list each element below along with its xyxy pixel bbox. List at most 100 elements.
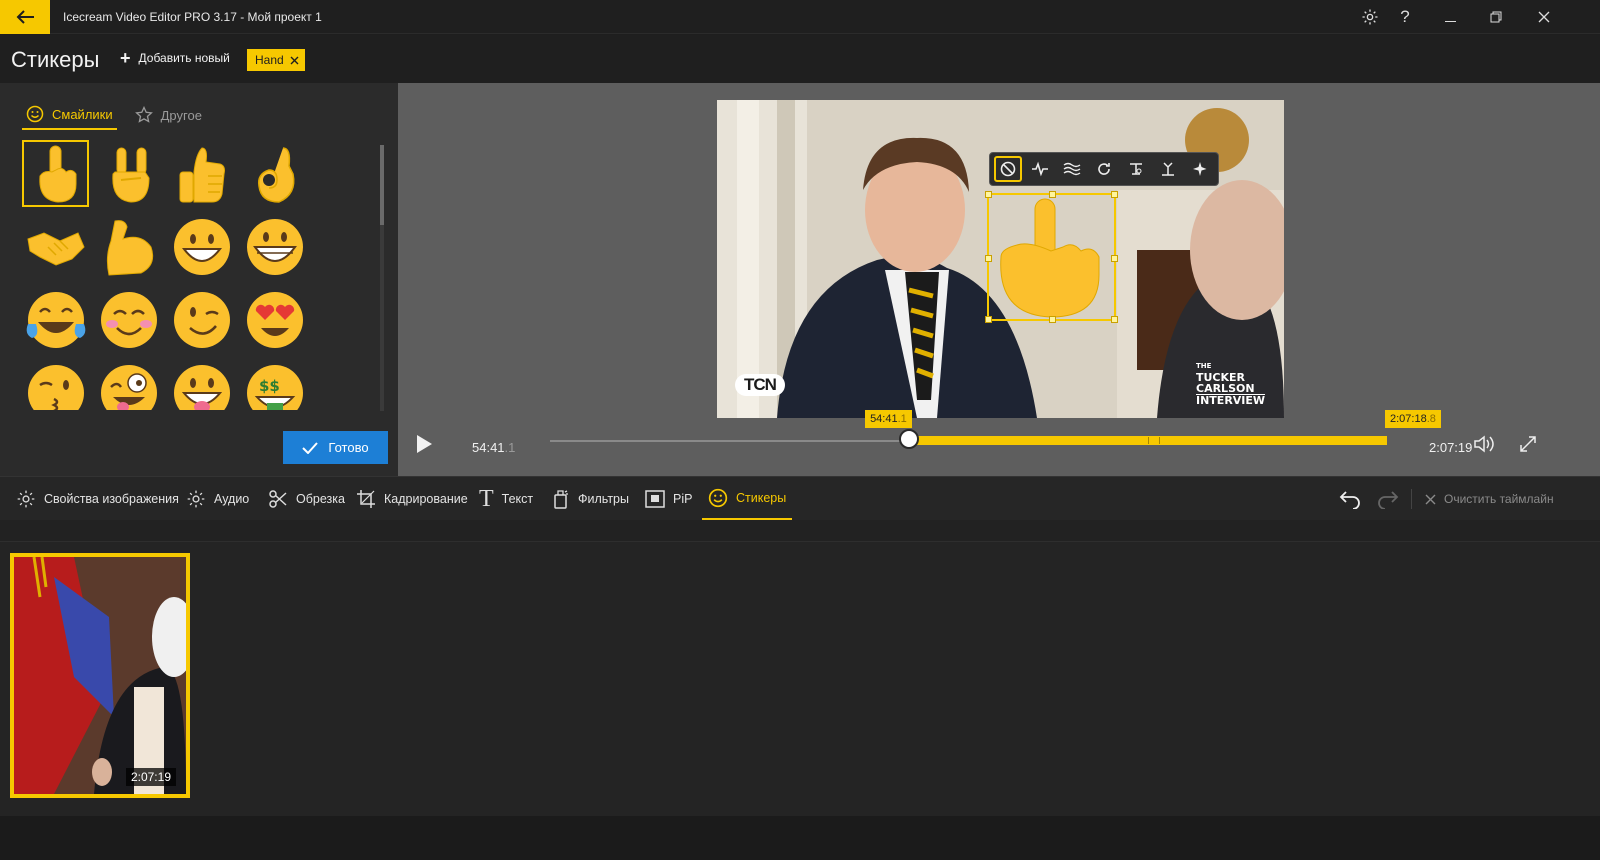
back-button[interactable] bbox=[0, 0, 50, 34]
help-button[interactable]: ? bbox=[1387, 0, 1423, 34]
timeline: 2:07:19 bbox=[0, 520, 1600, 816]
undo-icon bbox=[1339, 491, 1360, 509]
undo-button[interactable] bbox=[1338, 477, 1362, 521]
current-time-fraction: .1 bbox=[504, 440, 516, 455]
resize-handle[interactable] bbox=[1111, 255, 1118, 262]
range-grip-icon[interactable] bbox=[1148, 437, 1161, 444]
play-icon bbox=[417, 435, 432, 453]
thumbs-up-icon bbox=[179, 146, 225, 202]
sticker-flexed-biceps[interactable] bbox=[95, 213, 162, 280]
sticker-thumbs-up[interactable] bbox=[168, 140, 235, 207]
play-button[interactable] bbox=[412, 432, 436, 456]
sticker-pointing-up-hand[interactable] bbox=[22, 140, 89, 207]
zany-face-icon bbox=[100, 364, 157, 410]
add-new-button[interactable]: + Добавить новый bbox=[120, 49, 230, 67]
watermark-left: TCN bbox=[735, 374, 785, 396]
resize-handle[interactable] bbox=[1049, 191, 1056, 198]
tool-crop[interactable]: Кадрирование bbox=[356, 477, 468, 521]
volume-button[interactable] bbox=[1472, 432, 1498, 456]
tool-label: PiP bbox=[673, 492, 693, 506]
pointing-up-hand-icon bbox=[38, 145, 76, 203]
sticker-grinning-face[interactable] bbox=[168, 213, 235, 280]
tongue-out-icon bbox=[173, 364, 230, 410]
gear-icon bbox=[17, 490, 35, 508]
timeline-clip[interactable]: 2:07:19 bbox=[10, 553, 190, 798]
close-icon[interactable] bbox=[290, 56, 299, 65]
clear-timeline-button[interactable]: Очистить таймлайн bbox=[1425, 477, 1554, 521]
sticker-tears-of-joy[interactable] bbox=[22, 286, 89, 353]
resize-handle[interactable] bbox=[1111, 316, 1118, 323]
tool-audio[interactable]: Аудио bbox=[186, 477, 249, 521]
tab-smileys[interactable]: Смайлики bbox=[22, 100, 117, 130]
current-time: 54:41.1 bbox=[472, 440, 515, 455]
scissors-icon bbox=[269, 490, 287, 508]
sticker-beaming-face[interactable] bbox=[241, 213, 308, 280]
kissing-wink-icon bbox=[27, 364, 84, 410]
resize-handle[interactable] bbox=[985, 191, 992, 198]
settings-button[interactable] bbox=[1352, 0, 1388, 34]
sticker-grid: $$ bbox=[22, 140, 318, 410]
resize-handle[interactable] bbox=[985, 255, 992, 262]
restore-button[interactable] bbox=[1478, 0, 1514, 34]
effect-swing-button[interactable] bbox=[1122, 156, 1150, 182]
video-frame[interactable]: TCN THE TUCKER CARLSON INTERVIEW bbox=[717, 100, 1284, 418]
sticker-scrollbar[interactable] bbox=[380, 145, 384, 411]
tab-label: Другое bbox=[160, 107, 202, 123]
effect-wave-button[interactable] bbox=[1058, 156, 1086, 182]
sticker-selection-box[interactable] bbox=[985, 191, 1118, 323]
sticker-tag[interactable]: Hand bbox=[247, 49, 305, 71]
resize-handle[interactable] bbox=[985, 316, 992, 323]
sticker-winking-face[interactable] bbox=[168, 286, 235, 353]
tool-stickers[interactable]: Стикеры bbox=[702, 477, 793, 521]
effect-rotate-button[interactable] bbox=[1090, 156, 1118, 182]
sticker-heart-eyes[interactable] bbox=[241, 286, 308, 353]
effect-sparkle-button[interactable] bbox=[1186, 156, 1214, 182]
effect-pulse-button[interactable] bbox=[1026, 156, 1054, 182]
timeline-footer bbox=[0, 816, 1600, 860]
redo-button[interactable] bbox=[1376, 477, 1400, 521]
rock-on-hand-icon bbox=[111, 147, 150, 203]
bounce-icon bbox=[1162, 162, 1174, 176]
tool-image-properties[interactable]: Свойства изображения bbox=[16, 477, 179, 521]
trim-start-handle[interactable] bbox=[899, 429, 920, 449]
tool-text[interactable]: T Текст bbox=[479, 477, 533, 521]
sticker-ok-hand[interactable] bbox=[241, 140, 308, 207]
filter-icon bbox=[554, 490, 568, 509]
handshake-icon bbox=[26, 231, 85, 266]
resize-handle[interactable] bbox=[1111, 191, 1118, 198]
done-button[interactable]: Готово bbox=[283, 431, 388, 464]
resize-handle[interactable] bbox=[1049, 316, 1056, 323]
scrollbar-thumb[interactable] bbox=[380, 145, 384, 225]
total-time: 2:07:19 bbox=[1429, 440, 1473, 455]
sticker-tongue-out[interactable] bbox=[168, 359, 235, 410]
sticker-smiling-blush[interactable] bbox=[95, 286, 162, 353]
watermark-line: INTERVIEW bbox=[1196, 394, 1266, 407]
tool-pip[interactable]: PiP bbox=[645, 477, 692, 521]
sticker-handshake[interactable] bbox=[22, 213, 89, 280]
trim-range[interactable] bbox=[909, 436, 1387, 445]
tab-label: Смайлики bbox=[52, 106, 113, 122]
close-button[interactable] bbox=[1526, 0, 1562, 34]
sticker-zany-face[interactable] bbox=[95, 359, 162, 410]
fullscreen-button[interactable] bbox=[1516, 432, 1540, 456]
editor-toolbar: Свойства изображения Аудио Обрезка Кадри… bbox=[0, 476, 1600, 521]
effect-none-button[interactable] bbox=[994, 156, 1022, 182]
tool-trim[interactable]: Обрезка bbox=[268, 477, 345, 521]
sparkle-icon bbox=[1193, 162, 1207, 176]
watermark-line: CARLSON bbox=[1196, 382, 1255, 395]
sticker-tag-label: Hand bbox=[255, 53, 284, 67]
end-time-marker: 2:07:18.8 bbox=[1385, 410, 1441, 428]
minimize-button[interactable] bbox=[1432, 0, 1468, 34]
app-title: Icecream Video Editor PRO 3.17 - Мой про… bbox=[63, 10, 322, 24]
ok-hand-icon bbox=[257, 146, 294, 203]
tool-filters[interactable]: Фильтры bbox=[552, 477, 629, 521]
sticker-rock-on-hand[interactable] bbox=[95, 140, 162, 207]
sticker-money-mouth[interactable]: $$ bbox=[241, 359, 308, 410]
help-icon: ? bbox=[1400, 7, 1410, 26]
beaming-face-icon bbox=[246, 218, 303, 275]
start-marker-value: 54:41 bbox=[870, 413, 898, 425]
tab-other[interactable]: Другое bbox=[131, 100, 206, 130]
gear-icon bbox=[187, 490, 205, 508]
sticker-kissing-wink[interactable] bbox=[22, 359, 89, 410]
effect-bounce-button[interactable] bbox=[1154, 156, 1182, 182]
